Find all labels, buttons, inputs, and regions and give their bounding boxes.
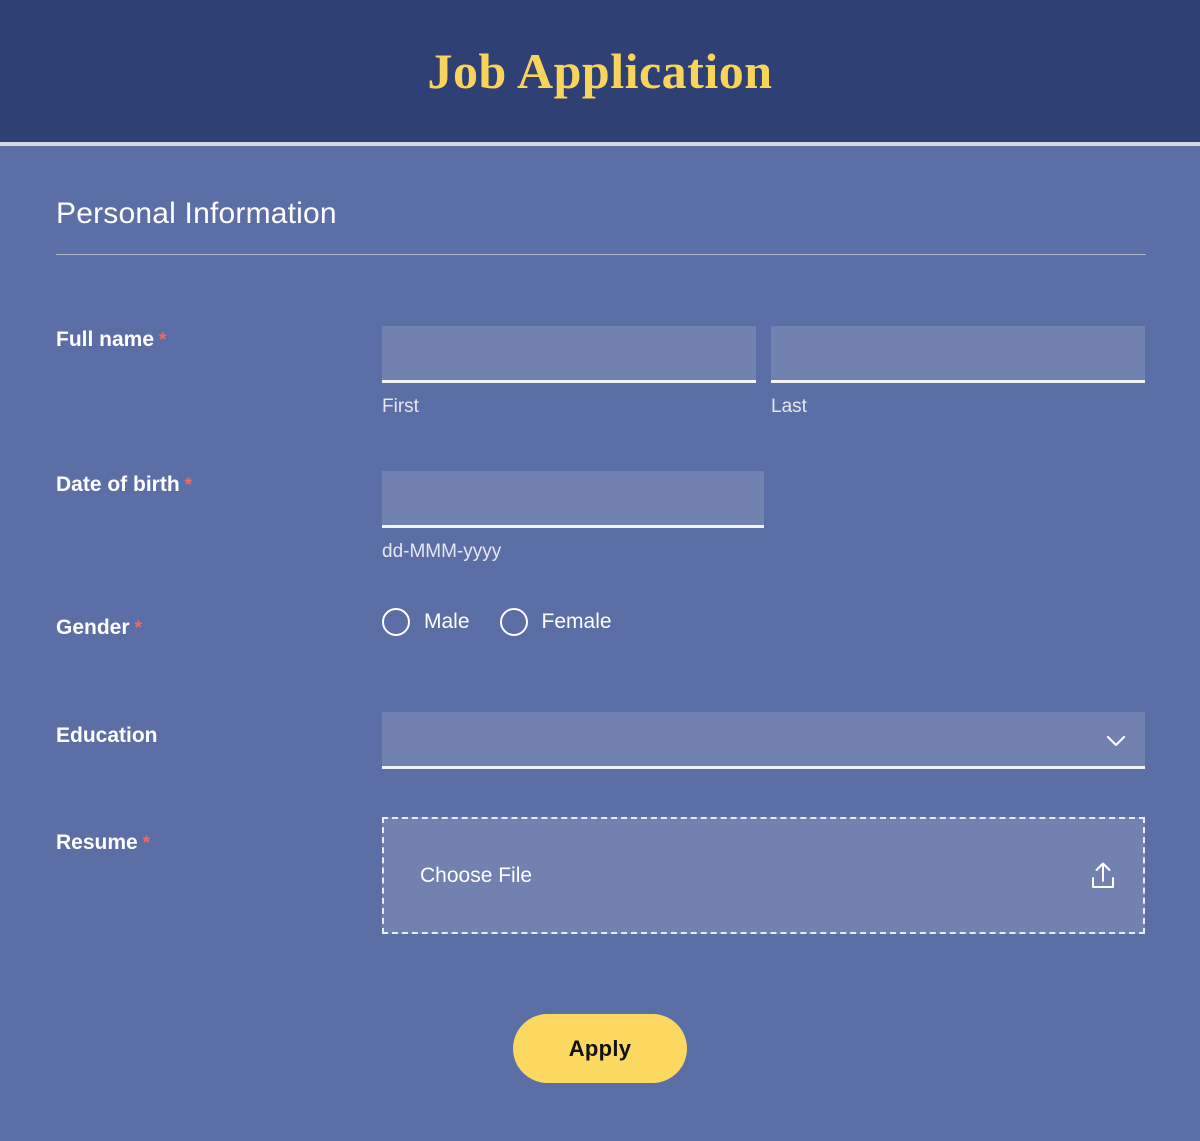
job-application-page: Job Application Personal Information Ful…	[0, 0, 1200, 1141]
resume-group: Choose File	[382, 817, 1145, 934]
resume-file-dropzone[interactable]: Choose File	[382, 817, 1145, 934]
page-title: Job Application	[427, 43, 773, 99]
field-row-education: Education	[56, 712, 1146, 814]
apply-button[interactable]: Apply	[513, 1014, 687, 1083]
full-name-label-text: Full name	[56, 328, 155, 351]
date-of-birth-label-text: Date of birth	[56, 473, 180, 496]
section-divider	[56, 254, 1146, 255]
radio-circle-icon[interactable]	[499, 608, 528, 636]
education-label-text: Education	[56, 724, 158, 747]
field-row-full-name: Full name * First Last	[56, 326, 1146, 448]
resume-label: Resume *	[56, 831, 150, 855]
gender-label: Gender *	[56, 616, 142, 640]
gender-radio-group: Male Female	[382, 608, 612, 636]
date-of-birth-group: dd-MMM-yyyy	[382, 471, 764, 563]
last-name-input[interactable]	[771, 326, 1145, 383]
required-asterisk: *	[142, 833, 151, 854]
last-name-group: Last	[771, 326, 1145, 418]
gender-option-male-label: Male	[424, 610, 470, 633]
first-name-group: First	[382, 326, 756, 418]
gender-option-female-label: Female	[541, 610, 612, 633]
form-body: Personal Information Full name * First La…	[0, 146, 1200, 1141]
education-label: Education	[56, 724, 163, 748]
date-of-birth-input[interactable]	[382, 471, 764, 528]
upload-icon	[1089, 861, 1117, 891]
first-name-input[interactable]	[382, 326, 756, 383]
education-select[interactable]	[382, 712, 1145, 769]
date-of-birth-label: Date of birth *	[56, 473, 192, 497]
required-asterisk: *	[134, 618, 142, 639]
personal-information-section: Personal Information	[56, 196, 1146, 255]
last-name-sublabel: Last	[771, 396, 807, 417]
gender-option-male[interactable]: Male	[382, 608, 470, 636]
full-name-label: Full name *	[56, 328, 166, 352]
gender-option-female[interactable]: Female	[499, 608, 612, 636]
field-row-date-of-birth: Date of birth * dd-MMM-yyyy	[56, 471, 1146, 593]
chevron-down-icon	[1105, 730, 1127, 752]
radio-circle-icon[interactable]	[382, 608, 410, 636]
date-of-birth-format-hint: dd-MMM-yyyy	[382, 541, 502, 562]
section-title: Personal Information	[56, 197, 337, 230]
page-header: Job Application	[0, 0, 1200, 142]
field-row-resume: Resume * Choose File	[56, 817, 1146, 961]
required-asterisk: *	[159, 330, 167, 351]
choose-file-label: Choose File	[420, 863, 533, 887]
education-group	[382, 712, 1145, 769]
required-asterisk: *	[184, 475, 193, 496]
first-name-sublabel: First	[382, 396, 419, 417]
resume-label-text: Resume	[56, 831, 138, 854]
field-row-gender: Gender * Male Female	[56, 608, 1146, 676]
gender-label-text: Gender	[56, 616, 130, 639]
apply-button-container: Apply	[0, 1014, 1200, 1083]
